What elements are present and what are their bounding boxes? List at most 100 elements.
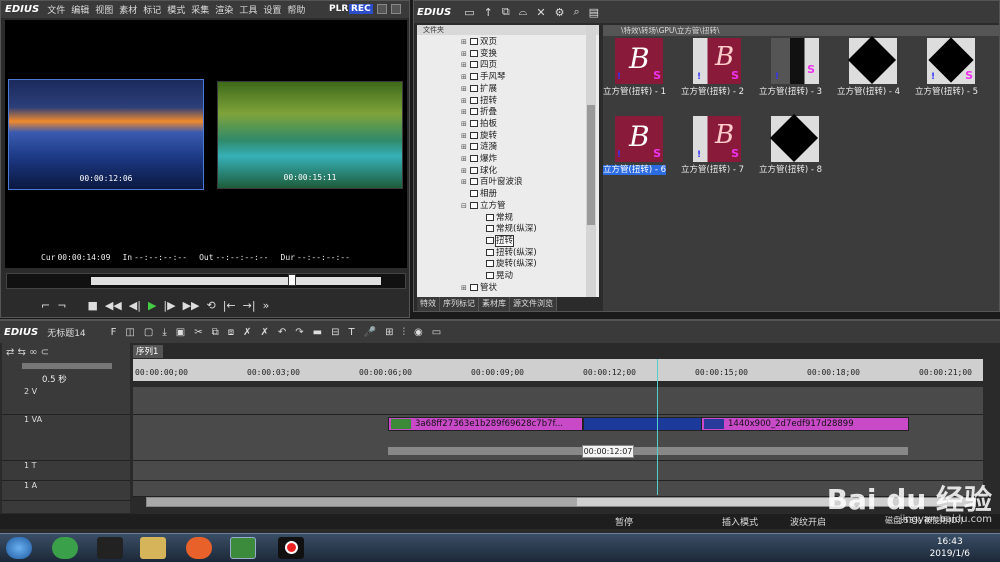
insert-icon[interactable]: |← xyxy=(223,299,236,312)
zoom-level[interactable]: 0.5 秒 xyxy=(42,373,67,385)
expand-icon[interactable]: ⊞ xyxy=(461,119,468,131)
folder-item[interactable]: ⊞ 球化 xyxy=(461,166,497,178)
timeline-clip-a[interactable]: 3a68ff27363e1b289f69628c7b7f... xyxy=(388,417,583,431)
overwrite-icon[interactable]: →| xyxy=(243,299,256,312)
expand-icon[interactable]: ⊞ xyxy=(461,84,468,96)
explorer-icon[interactable] xyxy=(140,537,166,559)
track-2v[interactable]: 2 V xyxy=(2,387,130,415)
firefox-icon[interactable] xyxy=(186,537,212,559)
open-icon[interactable]: ⤓ xyxy=(162,327,166,338)
fast-forward-icon[interactable]: ▶▶ xyxy=(183,299,200,312)
folder-item[interactable]: ⊞ 爆炸 xyxy=(461,154,497,166)
expand-icon[interactable]: ⊞ xyxy=(461,283,468,295)
effect-clip[interactable]: B! S 立方管(扭转) - 7 xyxy=(681,115,759,185)
expand-icon[interactable]: ⊞ xyxy=(461,96,468,108)
playhead[interactable] xyxy=(657,359,658,495)
menu-clip[interactable]: 素材 xyxy=(119,3,137,16)
folder-item[interactable]: ⊞ 涟漪 xyxy=(461,142,497,154)
expand-icon[interactable]: ⊞ xyxy=(461,177,468,189)
source-preview[interactable]: 00:00:12:06 xyxy=(8,79,204,190)
lane-1va[interactable]: 3a68ff27363e1b289f69628c7b7f... 1440x900… xyxy=(133,415,983,461)
app-icon-green[interactable] xyxy=(52,537,78,559)
slider-handle[interactable] xyxy=(288,274,297,286)
marker-icon[interactable]: ▬ xyxy=(313,327,322,338)
set-out-icon[interactable]: ¬ xyxy=(57,299,66,312)
render-icon[interactable]: ⊞ xyxy=(385,327,393,338)
mode-icon[interactable]: F xyxy=(111,327,117,338)
tab-asset-bin[interactable]: 素材库 xyxy=(479,297,510,311)
trim-icon[interactable]: ⌓ xyxy=(519,5,528,19)
folder-scroll-thumb[interactable] xyxy=(587,105,595,225)
folder-item[interactable]: ⊞ 双页 xyxy=(461,37,497,49)
transition-clip[interactable] xyxy=(583,417,703,431)
tab-source-browser[interactable]: 源文件浏览 xyxy=(510,297,557,311)
play-icon[interactable]: ▶ xyxy=(148,299,156,312)
folder-item[interactable]: ⊞ 变换 xyxy=(461,49,497,61)
cut-icon[interactable]: ✂ xyxy=(194,327,202,338)
expand-icon[interactable]: ⊞ xyxy=(461,107,468,119)
effect-clip[interactable]: ! S 立方管(扭转) - 3 xyxy=(759,37,837,107)
expand-icon[interactable]: ⊞ xyxy=(461,60,468,72)
menu-help[interactable]: 帮助 xyxy=(287,3,305,16)
system-clock[interactable]: 16:43 2019/1/6 xyxy=(930,536,970,560)
folder-item[interactable]: ⊞ 手风琴 xyxy=(461,72,506,84)
menu-tools[interactable]: 工具 xyxy=(239,3,257,16)
save-icon[interactable]: ▣ xyxy=(176,327,185,338)
capture-icon[interactable]: ◫ xyxy=(125,327,134,338)
properties-icon[interactable]: ⚙ xyxy=(555,6,565,19)
step-back-icon[interactable]: ◀| xyxy=(129,299,141,312)
menu-render[interactable]: 渲染 xyxy=(215,3,233,16)
new-folder-icon[interactable]: ▭ xyxy=(464,6,474,19)
effect-clip[interactable]: B! S 立方管(扭转) - 1 xyxy=(603,37,681,107)
folder-item[interactable]: 常规(纵深) xyxy=(477,224,537,236)
collapse-icon[interactable]: ⊟ xyxy=(461,201,468,213)
menu-view[interactable]: 视图 xyxy=(95,3,113,16)
position-slider[interactable] xyxy=(6,273,406,289)
folder-item[interactable]: 旋转(纵深) xyxy=(477,259,537,271)
expand-icon[interactable]: ⊞ xyxy=(461,49,468,61)
search-icon[interactable]: ⌕ xyxy=(573,5,579,19)
timeline-scroll-thumb[interactable] xyxy=(147,498,577,506)
folder-item[interactable]: ⊞ 百叶窗波浪 xyxy=(461,177,523,189)
folder-scrollbar[interactable] xyxy=(586,25,596,297)
folder-item[interactable]: ⊞ 拍板 xyxy=(461,119,497,131)
menu-capture[interactable]: 采集 xyxy=(191,3,209,16)
folder-item[interactable]: ⊞ 扭转 xyxy=(461,96,497,108)
edius-icon[interactable] xyxy=(230,537,256,559)
maximize-icon[interactable] xyxy=(391,4,401,14)
delete-clip-icon[interactable]: ✗ xyxy=(243,327,251,338)
snap-icon[interactable]: ⊟ xyxy=(331,327,339,338)
record-icon[interactable] xyxy=(278,537,304,559)
menu-mode[interactable]: 模式 xyxy=(167,3,185,16)
folder-item[interactable]: ⊞ 旋转 xyxy=(461,131,497,143)
track-1va[interactable]: 1 VA xyxy=(2,415,130,461)
track-1t[interactable]: 1 T xyxy=(2,461,130,481)
timeline-clip-b[interactable]: 1440x900_2d7edf917d28899 xyxy=(701,417,909,431)
folder-item[interactable]: 相册 xyxy=(461,189,497,201)
menu-settings[interactable]: 设置 xyxy=(263,3,281,16)
effect-clip[interactable]: 立方管(扭转) - 4 xyxy=(837,35,915,107)
effect-clip[interactable]: B! S 立方管(扭转) - 2 xyxy=(681,37,759,107)
tab-effects[interactable]: 特效 xyxy=(417,297,440,311)
time-ruler[interactable]: 00:00:00;00 00:00:03;00 00:00:06;00 00:00:0… xyxy=(133,359,983,381)
expand-icon[interactable]: ⊞ xyxy=(461,154,468,166)
folder-item[interactable]: ⊟ 立方管 xyxy=(461,201,506,213)
folder-item[interactable]: ⊞ 管状 xyxy=(461,283,497,295)
expand-icon[interactable]: ⊞ xyxy=(461,166,468,178)
menu-marker[interactable]: 标记 xyxy=(143,3,161,16)
minimize-icon[interactable] xyxy=(377,4,387,14)
effect-clip[interactable]: ! S 立方管(扭转) - 5 xyxy=(915,37,993,107)
layout-icon[interactable]: ▭ xyxy=(432,327,441,338)
title-icon[interactable]: T xyxy=(349,327,355,338)
more-icon[interactable]: » xyxy=(263,299,270,312)
delete-icon[interactable]: ✕ xyxy=(536,6,545,19)
loop-icon[interactable]: ⟲ xyxy=(207,299,216,312)
paste-icon[interactable]: ⧈ xyxy=(228,327,234,338)
new-sequence-icon[interactable]: ▢ xyxy=(144,327,153,338)
mic-icon[interactable]: 🎤 xyxy=(364,327,376,338)
qq-icon[interactable] xyxy=(97,537,123,559)
tab-sequence-markers[interactable]: 序列标记 xyxy=(440,297,479,311)
stop-icon[interactable]: ■ xyxy=(87,299,97,312)
redo-icon[interactable]: ↷ xyxy=(295,327,303,338)
start-button-icon[interactable] xyxy=(6,537,32,559)
